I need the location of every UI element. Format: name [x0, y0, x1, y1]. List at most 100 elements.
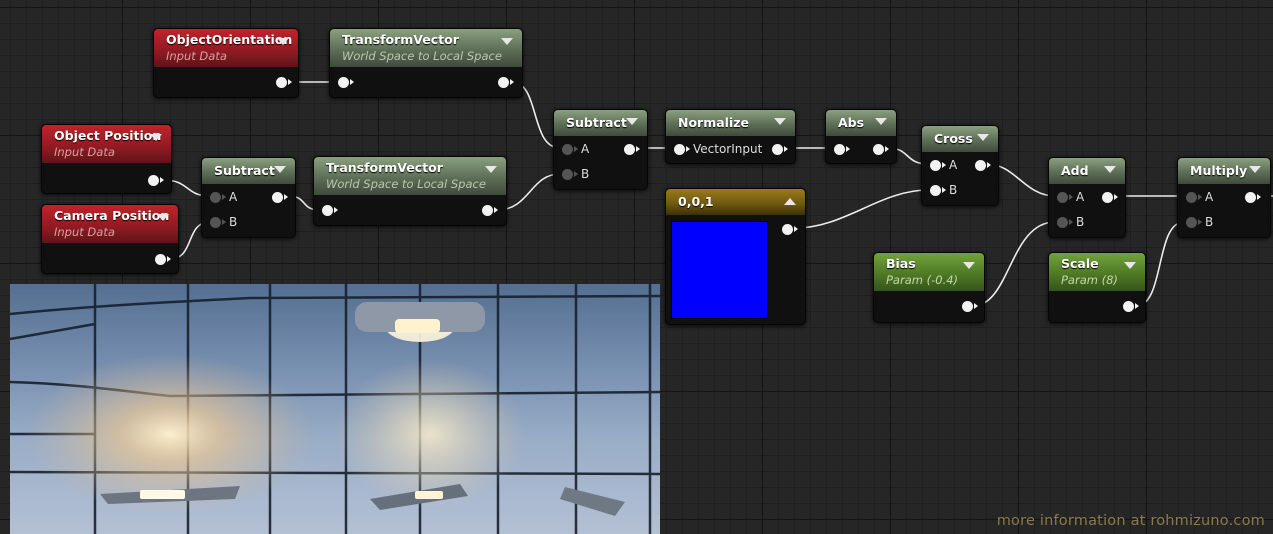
node-title: Object Position: [54, 128, 162, 143]
preview-viewport[interactable]: [10, 284, 660, 534]
node-scale[interactable]: Scale Param (8): [1048, 252, 1146, 323]
collapse-arrow-icon[interactable]: [626, 118, 638, 125]
output-pin[interactable]: [962, 301, 978, 312]
node-abs[interactable]: Abs: [825, 109, 897, 164]
output-pin[interactable]: [1123, 301, 1139, 312]
input-pin-b[interactable]: [210, 217, 226, 228]
output-pin[interactable]: [975, 160, 991, 171]
node-camera-position[interactable]: Camera Position Input Data: [41, 204, 179, 274]
node-subtract-right[interactable]: Subtract A B: [553, 109, 648, 190]
node-header[interactable]: ObjectOrientation Input Data: [154, 29, 298, 67]
pin-label-vectorinput: VectorInput: [693, 142, 763, 156]
preview-scene: [10, 284, 660, 534]
input-pin-a[interactable]: [1057, 192, 1073, 203]
node-normalize[interactable]: Normalize VectorInput: [665, 109, 796, 164]
pin-label-b: B: [1076, 215, 1085, 229]
node-title: 0,0,1: [678, 194, 714, 209]
input-pin-a[interactable]: [930, 160, 946, 171]
collapse-arrow-icon[interactable]: [485, 166, 497, 173]
collapse-arrow-icon[interactable]: [1124, 262, 1136, 269]
node-object-position[interactable]: Object Position Input Data: [41, 124, 172, 194]
output-pin[interactable]: [624, 144, 640, 155]
wire: [972, 221, 1056, 307]
node-constant-vector[interactable]: 0,0,1: [665, 188, 806, 325]
node-subtract-left[interactable]: Subtract A B: [201, 157, 296, 238]
output-pin[interactable]: [1102, 192, 1118, 203]
node-header[interactable]: Scale Param (8): [1049, 253, 1145, 291]
node-header[interactable]: 0,0,1: [666, 189, 805, 215]
output-pin[interactable]: [155, 254, 171, 265]
node-title: Bias: [886, 256, 916, 271]
collapse-arrow-icon[interactable]: [157, 214, 169, 221]
collapse-arrow-icon[interactable]: [150, 134, 162, 141]
output-pin[interactable]: [272, 192, 288, 203]
output-pin[interactable]: [1245, 192, 1261, 203]
node-subtitle: Input Data: [54, 225, 115, 239]
node-title: TransformVector: [326, 160, 443, 175]
node-add[interactable]: Add A B: [1048, 157, 1126, 238]
node-header[interactable]: Abs: [826, 110, 896, 136]
output-pin[interactable]: [498, 77, 514, 88]
input-pin-b[interactable]: [930, 185, 946, 196]
output-pin[interactable]: [873, 144, 889, 155]
output-pin[interactable]: [772, 144, 788, 155]
node-title: Multiply: [1190, 163, 1248, 178]
node-header[interactable]: Camera Position Input Data: [42, 205, 178, 243]
pin-label-b: B: [949, 183, 958, 197]
node-title: Subtract: [566, 115, 627, 130]
node-header[interactable]: Subtract: [554, 110, 647, 136]
node-title: Cross: [934, 131, 973, 146]
node-header[interactable]: Object Position Input Data: [42, 125, 171, 163]
input-pin[interactable]: [322, 205, 338, 216]
collapse-arrow-icon[interactable]: [501, 38, 513, 45]
output-pin[interactable]: [148, 175, 164, 186]
collapse-arrow-icon[interactable]: [1104, 166, 1116, 173]
collapse-arrow-icon[interactable]: [774, 118, 786, 125]
node-header[interactable]: TransformVector World Space to Local Spa…: [330, 29, 522, 67]
collapse-arrow-icon[interactable]: [963, 262, 975, 269]
node-transform-vector-bottom[interactable]: TransformVector World Space to Local Spa…: [313, 156, 507, 226]
node-header[interactable]: Multiply: [1178, 158, 1270, 184]
collapse-arrow-icon[interactable]: [1249, 166, 1261, 173]
input-pin-a[interactable]: [210, 192, 226, 203]
collapse-arrow-icon[interactable]: [875, 118, 887, 125]
node-header[interactable]: Bias Param (-0.4): [874, 253, 984, 291]
input-pin-b[interactable]: [1057, 217, 1073, 228]
input-pin-a[interactable]: [1186, 192, 1202, 203]
output-pin[interactable]: [782, 224, 798, 235]
pin-label-a: A: [1205, 190, 1214, 204]
input-pin[interactable]: [338, 77, 354, 88]
input-pin[interactable]: [674, 144, 690, 155]
node-title: Add: [1061, 163, 1089, 178]
node-header[interactable]: Normalize: [666, 110, 795, 136]
expand-arrow-icon[interactable]: [784, 198, 796, 205]
pin-label-a: A: [229, 190, 238, 204]
node-title: Abs: [838, 115, 865, 130]
pin-label-b: B: [581, 167, 590, 181]
node-title: Scale: [1061, 256, 1099, 271]
collapse-arrow-icon[interactable]: [274, 166, 286, 173]
node-title: Subtract: [214, 163, 275, 178]
collapse-arrow-icon[interactable]: [277, 38, 289, 45]
color-swatch: [671, 221, 768, 319]
input-pin-b[interactable]: [562, 169, 578, 180]
node-header[interactable]: Add: [1049, 158, 1125, 184]
node-subtitle: Param (-0.4): [886, 273, 959, 287]
node-multiply[interactable]: Multiply A B: [1177, 157, 1271, 238]
node-object-orientation[interactable]: ObjectOrientation Input Data: [153, 28, 299, 98]
input-pin-a[interactable]: [562, 144, 578, 155]
node-header[interactable]: TransformVector World Space to Local Spa…: [314, 157, 506, 195]
node-header[interactable]: Subtract: [202, 158, 295, 184]
node-bias[interactable]: Bias Param (-0.4): [873, 252, 985, 323]
pin-label-a: A: [1076, 190, 1085, 204]
collapse-arrow-icon[interactable]: [977, 134, 989, 141]
output-pin[interactable]: [276, 77, 292, 88]
output-pin[interactable]: [482, 205, 498, 216]
node-cross[interactable]: Cross A B: [921, 125, 999, 206]
input-pin[interactable]: [834, 144, 850, 155]
node-header[interactable]: Cross: [922, 126, 998, 152]
node-subtitle: Input Data: [54, 145, 115, 159]
input-pin-b[interactable]: [1186, 217, 1202, 228]
node-transform-vector-top[interactable]: TransformVector World Space to Local Spa…: [329, 28, 523, 98]
node-subtitle: World Space to Local Space: [342, 49, 502, 63]
